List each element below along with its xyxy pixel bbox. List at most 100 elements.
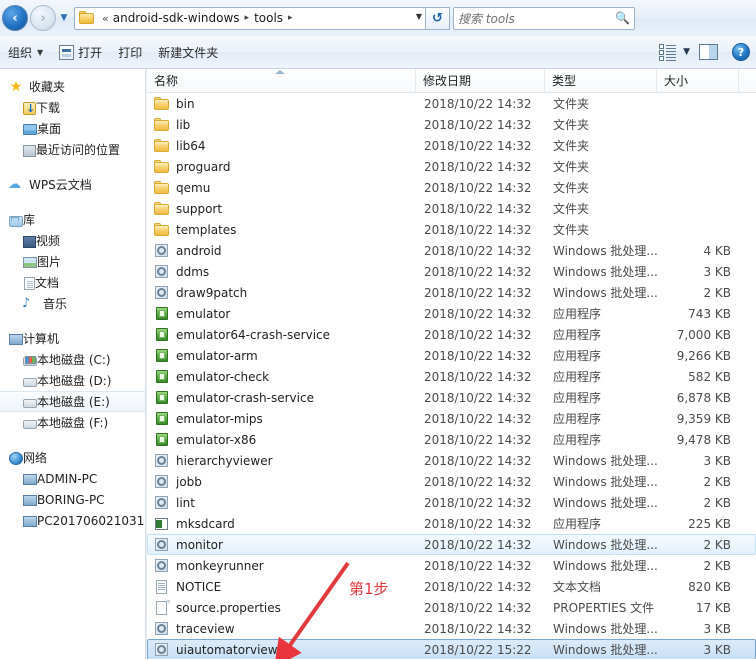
- sidebar-item-recent-places[interactable]: 最近访问的位置: [0, 139, 145, 160]
- file-date: 2018/10/22 14:32: [424, 117, 532, 132]
- table-row[interactable]: source.properties 2018/10/22 14:32 PROPERT…: [147, 597, 756, 618]
- file-name: support: [176, 201, 223, 216]
- breadcrumb-item-1[interactable]: tools: [253, 11, 284, 25]
- sidebar-item-videos[interactable]: 视频: [0, 230, 145, 251]
- column-header-type[interactable]: 类型: [545, 69, 657, 93]
- column-header-date[interactable]: 修改日期: [416, 69, 545, 93]
- sidebar-group-computer[interactable]: 计算机: [0, 328, 145, 349]
- table-row[interactable]: ddms 2018/10/22 14:32 Windows 批处理... 3 KB: [147, 261, 756, 282]
- table-row[interactable]: emulator 2018/10/22 14:32 应用程序 743 KB: [147, 303, 756, 324]
- table-row[interactable]: qemu 2018/10/22 14:32 文件夹: [147, 177, 756, 198]
- sidebar-item-pictures[interactable]: 图片: [0, 251, 145, 272]
- search-input[interactable]: 搜索 tools: [458, 10, 615, 27]
- breadcrumb-item-0[interactable]: android-sdk-windows: [112, 11, 241, 25]
- table-row[interactable]: NOTICE 2018/10/22 14:32 文本文档 820 KB: [147, 576, 756, 597]
- file-size: 2 KB: [703, 537, 731, 552]
- history-dropdown-button[interactable]: ▼: [56, 5, 72, 31]
- preview-pane-icon[interactable]: [699, 44, 718, 60]
- organize-button[interactable]: 组织 ▼: [0, 40, 51, 64]
- table-row[interactable]: lib64 2018/10/22 14:32 文件夹: [147, 135, 756, 156]
- back-arrow-icon: ‹: [12, 10, 18, 26]
- file-size: 9,359 KB: [676, 411, 731, 426]
- navigation-pane[interactable]: ★ 收藏夹下载桌面最近访问的位置 ☁ WPS云文档库视频图片文档 ♪ 音乐计算机本地磁盘 …: [0, 69, 146, 659]
- breadcrumb[interactable]: « android-sdk-windows ▸ tools ▸ ▼: [74, 6, 426, 30]
- sidebar-group-network[interactable]: 网络: [0, 447, 145, 468]
- file-name-cell: ddms: [148, 264, 417, 280]
- table-row[interactable]: android 2018/10/22 14:32 Windows 批处理... 4 K…: [147, 240, 756, 261]
- sidebar-item-downloads[interactable]: 下载: [0, 97, 145, 118]
- table-row[interactable]: support 2018/10/22 14:32 文件夹: [147, 198, 756, 219]
- table-row[interactable]: emulator-crash-service 2018/10/22 14:32 应用…: [147, 387, 756, 408]
- file-rows: bin 2018/10/22 14:32 文件夹 lib 2018/10/22 14:3…: [147, 93, 756, 659]
- file-name-cell: proguard: [148, 159, 417, 175]
- file-name-cell: draw9patch: [148, 285, 417, 301]
- table-row[interactable]: lint 2018/10/22 14:32 Windows 批处理... 2 KB: [147, 492, 756, 513]
- file-name: monitor: [176, 537, 223, 552]
- file-type: Windows 批处理...: [553, 454, 658, 468]
- file-name-cell: bin: [148, 96, 417, 112]
- sidebar-group-label: 网络: [23, 451, 48, 465]
- file-date: 2018/10/22 14:32: [424, 348, 532, 363]
- table-row[interactable]: hierarchyviewer 2018/10/22 14:32 Windows 批…: [147, 450, 756, 471]
- sidebar-item-desktop[interactable]: 桌面: [0, 118, 145, 139]
- table-row[interactable]: templates 2018/10/22 14:32 文件夹: [147, 219, 756, 240]
- file-name-cell: emulator-mips: [148, 411, 417, 427]
- sidebar-item-drive-e[interactable]: 本地磁盘 (E:): [0, 391, 145, 412]
- file-date: 2018/10/22 14:32: [424, 96, 532, 111]
- table-row[interactable]: emulator-check 2018/10/22 14:32 应用程序 582 KB: [147, 366, 756, 387]
- file-date: 2018/10/22 14:32: [424, 180, 532, 195]
- table-row[interactable]: monitor 2018/10/22 14:32 Windows 批处理... 2 K…: [147, 534, 756, 555]
- address-dropdown-icon[interactable]: ▼: [416, 12, 422, 21]
- table-row[interactable]: traceview 2018/10/22 14:32 Windows 批处理... 3…: [147, 618, 756, 639]
- column-header-size[interactable]: 大小: [657, 69, 739, 93]
- print-button[interactable]: 打印: [110, 40, 150, 64]
- file-list-pane[interactable]: 名称 修改日期 类型 大小 bin 2018/10/22 14:32 文件夹 lib 2…: [147, 69, 756, 659]
- file-type: 文本文档: [553, 580, 602, 594]
- refresh-button[interactable]: ↺: [426, 6, 450, 30]
- sidebar-item-drive-d[interactable]: 本地磁盘 (D:): [0, 370, 145, 391]
- sidebar-group-favorites[interactable]: ★ 收藏夹: [0, 76, 145, 97]
- breadcrumb-separator-1[interactable]: ▸: [284, 13, 297, 23]
- sidebar-group-libraries[interactable]: 库: [0, 209, 145, 230]
- sidebar-item-boring-pc[interactable]: BORING-PC: [0, 489, 145, 510]
- sidebar-item-drive-c[interactable]: 本地磁盘 (C:): [0, 349, 145, 370]
- table-row[interactable]: emulator-x86 2018/10/22 14:32 应用程序 9,478 KB: [147, 429, 756, 450]
- file-name-cell: templates: [148, 222, 417, 238]
- new-folder-button[interactable]: 新建文件夹: [150, 40, 226, 64]
- table-row[interactable]: draw9patch 2018/10/22 14:32 Windows 批处理...…: [147, 282, 756, 303]
- sidebar-item-drive-f[interactable]: 本地磁盘 (F:): [0, 412, 145, 433]
- sidebar-item-music[interactable]: ♪ 音乐: [0, 293, 145, 314]
- computer-icon: [23, 474, 37, 485]
- app-icon: [154, 327, 170, 343]
- file-name: emulator-arm: [176, 348, 258, 363]
- table-row[interactable]: emulator-mips 2018/10/22 14:32 应用程序 9,359 K…: [147, 408, 756, 429]
- breadcrumb-separator-0[interactable]: ▸: [241, 13, 254, 23]
- breadcrumb-overflow[interactable]: «: [99, 12, 112, 25]
- search-box[interactable]: 搜索 tools 🔍: [453, 6, 635, 30]
- table-row[interactable]: uiautomatorviewer 2018/10/22 15:22 Windows…: [147, 639, 756, 659]
- folder-icon: [154, 201, 170, 217]
- open-button[interactable]: 打开: [51, 40, 110, 64]
- sidebar-item-pc201706021031[interactable]: PC201706021031: [0, 510, 145, 531]
- view-options-caret-icon[interactable]: ▼: [680, 47, 699, 57]
- table-row[interactable]: monkeyrunner 2018/10/22 14:32 Windows 批处理.…: [147, 555, 756, 576]
- sidebar-item-admin-pc[interactable]: ADMIN-PC: [0, 468, 145, 489]
- table-row[interactable]: mksdcard 2018/10/22 14:32 应用程序 225 KB: [147, 513, 756, 534]
- table-row[interactable]: proguard 2018/10/22 14:32 文件夹: [147, 156, 756, 177]
- table-row[interactable]: bin 2018/10/22 14:32 文件夹: [147, 93, 756, 114]
- file-name-cell: qemu: [148, 180, 417, 196]
- sidebar-group-wps[interactable]: ☁ WPS云文档: [0, 174, 145, 195]
- table-row[interactable]: emulator-arm 2018/10/22 14:32 应用程序 9,266 KB: [147, 345, 756, 366]
- help-glyph: ?: [737, 45, 745, 59]
- forward-button[interactable]: ›: [30, 5, 56, 31]
- back-button[interactable]: ‹: [2, 5, 28, 31]
- table-row[interactable]: lib 2018/10/22 14:32 文件夹: [147, 114, 756, 135]
- view-options-icon[interactable]: [658, 43, 678, 61]
- help-icon[interactable]: ?: [732, 43, 750, 61]
- table-row[interactable]: jobb 2018/10/22 14:32 Windows 批处理... 2 KB: [147, 471, 756, 492]
- column-headers: 名称 修改日期 类型 大小: [147, 69, 756, 93]
- file-date: 2018/10/22 14:32: [424, 516, 532, 531]
- table-row[interactable]: emulator64-crash-service 2018/10/22 14:32…: [147, 324, 756, 345]
- column-header-filler: [739, 69, 756, 93]
- sidebar-item-documents[interactable]: 文档: [0, 272, 145, 293]
